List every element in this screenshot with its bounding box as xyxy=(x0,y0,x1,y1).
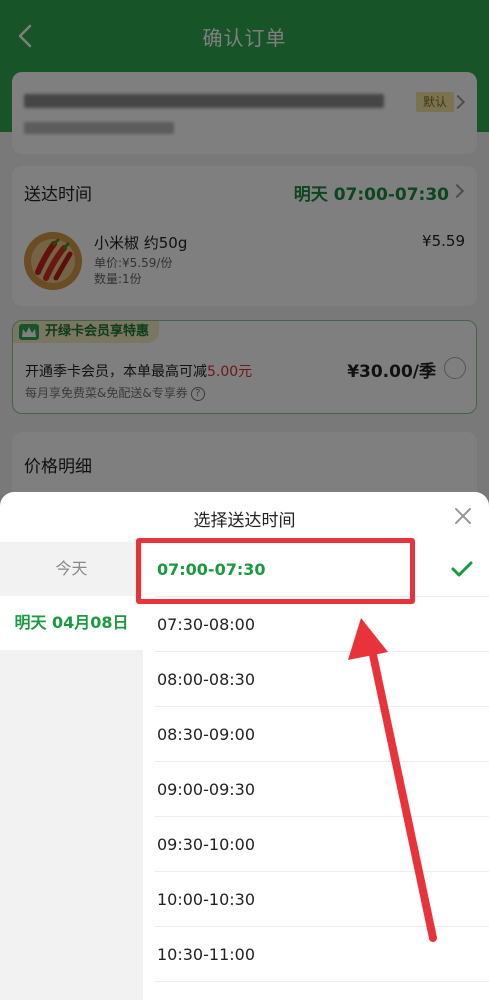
annotation-highlight-box xyxy=(136,538,415,604)
time-slot[interactable]: 07:30-08:00 xyxy=(143,597,489,652)
day-tab-today[interactable]: 今天 xyxy=(0,542,143,596)
time-slot-label: 09:00-09:30 xyxy=(157,780,255,799)
time-slot[interactable]: 09:30-10:00 xyxy=(143,817,489,872)
time-slot[interactable]: 08:30-09:00 xyxy=(143,707,489,762)
day-list: 今天 明天 04月08日 xyxy=(0,542,143,1000)
time-slot-label: 07:30-08:00 xyxy=(157,615,255,634)
sheet-title: 选择送达时间 xyxy=(193,511,296,531)
time-slot-label: 09:30-10:00 xyxy=(157,835,255,854)
time-slot-label: 10:30-11:00 xyxy=(157,945,255,964)
divider xyxy=(155,981,489,982)
time-slot[interactable]: 08:00-08:30 xyxy=(143,652,489,707)
time-slot[interactable]: 10:30-11:00 xyxy=(143,927,489,982)
time-slot-label: 08:00-08:30 xyxy=(157,670,255,689)
time-slot-label: 10:00-10:30 xyxy=(157,890,255,909)
close-icon[interactable] xyxy=(453,506,473,526)
check-icon xyxy=(451,561,473,577)
day-tab-tomorrow[interactable]: 明天 04月08日 xyxy=(0,596,143,650)
time-slot[interactable]: 09:00-09:30 xyxy=(143,762,489,817)
time-slot-label: 08:30-09:00 xyxy=(157,725,255,744)
time-slot-list: 07:00-07:30 07:30-08:00 08:00-08:30 08:3… xyxy=(143,542,489,1000)
time-slot[interactable]: 10:00-10:30 xyxy=(143,872,489,927)
